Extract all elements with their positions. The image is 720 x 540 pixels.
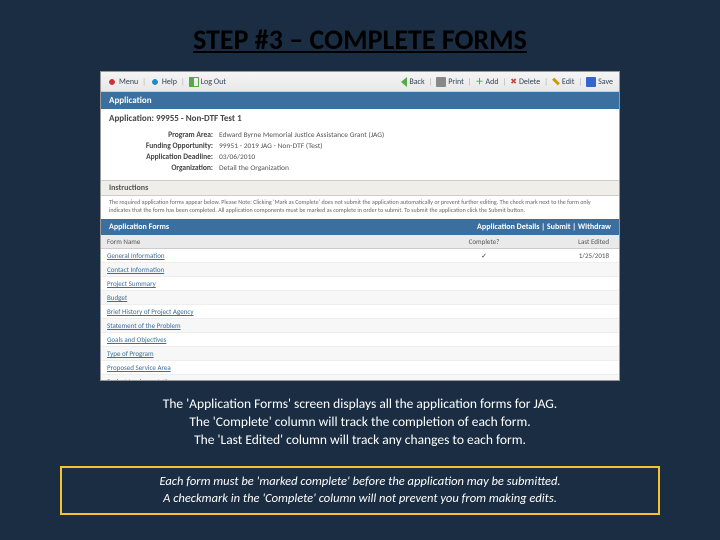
form-link[interactable]: Goals and Objectives bbox=[101, 333, 439, 347]
col-complete: Complete? bbox=[439, 235, 529, 249]
back-icon bbox=[401, 77, 407, 87]
back-button[interactable]: Back bbox=[401, 77, 424, 87]
forms-heading: Application Forms bbox=[109, 222, 169, 232]
instructions-heading: Instructions bbox=[101, 180, 619, 196]
last-edited-cell bbox=[529, 277, 619, 291]
edit-icon bbox=[552, 78, 560, 86]
complete-cell bbox=[439, 263, 529, 277]
deadline-value: 03/06/2010 bbox=[219, 153, 255, 162]
help-icon bbox=[150, 77, 160, 87]
last-edited-cell bbox=[529, 375, 619, 382]
col-last-edited: Last Edited bbox=[529, 235, 619, 249]
last-edited-cell bbox=[529, 319, 619, 333]
note-box: Each form must be 'marked complete' befo… bbox=[60, 466, 660, 516]
table-row: Budget bbox=[101, 291, 619, 305]
logout-icon bbox=[189, 77, 199, 87]
program-area-label: Program Area: bbox=[109, 131, 219, 140]
print-button[interactable]: Print bbox=[436, 77, 464, 87]
table-row: Project Summary bbox=[101, 277, 619, 291]
app-screenshot: Menu | Help | Log Out Back | Print | ＋Ad… bbox=[100, 71, 620, 381]
table-row: Contact Information bbox=[101, 263, 619, 277]
program-area-value: Edward Byrne Memorial Justice Assistance… bbox=[219, 131, 384, 140]
last-edited-cell bbox=[529, 263, 619, 277]
save-button[interactable]: Save bbox=[586, 77, 613, 87]
funding-opp-label: Funding Opportunity: bbox=[109, 142, 219, 151]
last-edited-cell bbox=[529, 333, 619, 347]
deadline-label: Application Deadline: bbox=[109, 153, 219, 162]
forms-links[interactable]: Application Details | Submit | Withdraw bbox=[477, 222, 611, 232]
org-value: Detail the Organization bbox=[219, 164, 289, 173]
logout-button[interactable]: Log Out bbox=[189, 77, 226, 87]
complete-cell bbox=[439, 277, 529, 291]
table-row: Statement of the Problem bbox=[101, 319, 619, 333]
complete-cell bbox=[439, 333, 529, 347]
menu-icon bbox=[107, 77, 117, 87]
instructions-body: The required application forms appear be… bbox=[101, 196, 619, 219]
last-edited-cell bbox=[529, 291, 619, 305]
table-row: Proposed Service Area bbox=[101, 361, 619, 375]
last-edited-cell: 1/25/2018 bbox=[529, 249, 619, 263]
help-button[interactable]: Help bbox=[150, 77, 177, 87]
add-icon: ＋ bbox=[476, 76, 484, 87]
form-link[interactable]: Project Summary bbox=[101, 277, 439, 291]
complete-cell bbox=[439, 291, 529, 305]
form-link[interactable]: Budget bbox=[101, 291, 439, 305]
slide-title: STEP #3 – COMPLETE FORMS bbox=[0, 0, 720, 71]
table-row: Project Implementation bbox=[101, 375, 619, 382]
table-row: General Information✓1/25/2018 bbox=[101, 249, 619, 263]
table-row: Type of Program bbox=[101, 347, 619, 361]
delete-icon: ✖ bbox=[510, 77, 517, 87]
last-edited-cell bbox=[529, 305, 619, 319]
org-label: Organization: bbox=[109, 164, 219, 173]
last-edited-cell bbox=[529, 361, 619, 375]
forms-bar: Application Forms Application Details | … bbox=[101, 219, 619, 235]
complete-cell bbox=[439, 305, 529, 319]
form-link[interactable]: Contact Information bbox=[101, 263, 439, 277]
complete-cell bbox=[439, 361, 529, 375]
complete-cell bbox=[439, 375, 529, 382]
complete-cell bbox=[439, 319, 529, 333]
col-form-name: Form Name bbox=[101, 235, 439, 249]
complete-cell bbox=[439, 347, 529, 361]
funding-opp-value: 99951 - 2019 JAG - Non-DTF (Test) bbox=[219, 142, 323, 151]
complete-cell: ✓ bbox=[439, 249, 529, 263]
form-link[interactable]: Proposed Service Area bbox=[101, 361, 439, 375]
add-button[interactable]: ＋Add bbox=[476, 76, 499, 87]
save-icon bbox=[586, 77, 596, 87]
edit-button[interactable]: Edit bbox=[552, 77, 575, 87]
form-link[interactable]: Statement of the Problem bbox=[101, 319, 439, 333]
application-subtitle: Application: 99955 - Non-DTF Test 1 bbox=[101, 109, 619, 128]
menu-button[interactable]: Menu bbox=[107, 77, 138, 87]
slide-caption: The 'Application Forms' screen displays … bbox=[0, 381, 720, 460]
form-link[interactable]: General Information bbox=[101, 249, 439, 263]
form-link[interactable]: Brief History of Project Agency bbox=[101, 305, 439, 319]
table-row: Brief History of Project Agency bbox=[101, 305, 619, 319]
last-edited-cell bbox=[529, 347, 619, 361]
forms-table: Form Name Complete? Last Edited General … bbox=[101, 235, 619, 381]
application-bar: Application bbox=[101, 92, 619, 109]
form-link[interactable]: Project Implementation bbox=[101, 375, 439, 382]
top-toolbar: Menu | Help | Log Out Back | Print | ＋Ad… bbox=[101, 72, 619, 92]
print-icon bbox=[436, 77, 446, 87]
form-link[interactable]: Type of Program bbox=[101, 347, 439, 361]
table-row: Goals and Objectives bbox=[101, 333, 619, 347]
delete-button[interactable]: ✖Delete bbox=[510, 77, 540, 87]
application-details: Program Area:Edward Byrne Memorial Justi… bbox=[101, 128, 619, 180]
